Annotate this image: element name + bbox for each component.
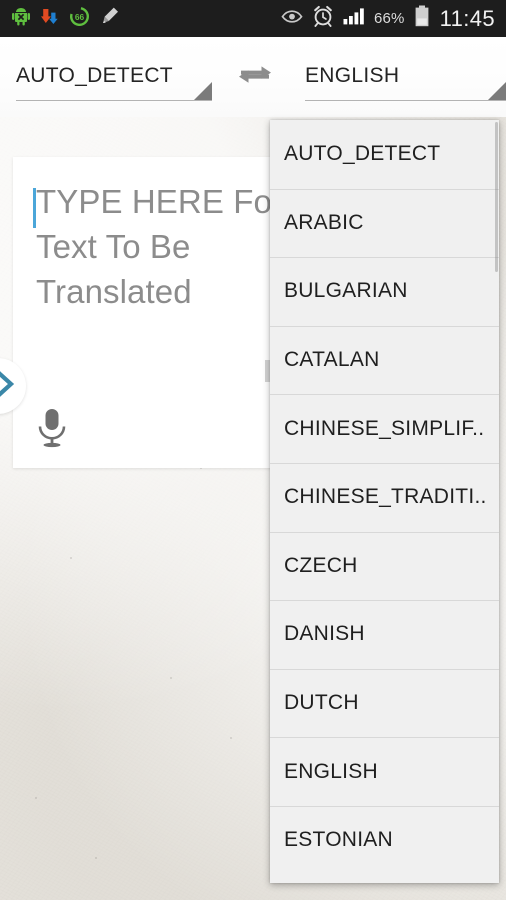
dropdown-item[interactable]: CATALAN	[270, 325, 499, 395]
swap-languages-button[interactable]	[230, 57, 280, 97]
battery-icon	[414, 5, 430, 32]
dropdown-item[interactable]: CHINESE_TRADITI..	[270, 462, 499, 532]
dropdown-item[interactable]: AUTO_DETECT	[270, 120, 499, 189]
dropdown-item-label: DUTCH	[284, 691, 359, 715]
dropdown-item-label: CATALAN	[284, 348, 380, 372]
dropdown-scrollbar[interactable]	[495, 122, 498, 272]
dropdown-item-label: BULGARIAN	[284, 279, 408, 303]
status-bar-clock: 11:45	[439, 5, 495, 31]
dropdown-item-label: ARABIC	[284, 210, 364, 234]
dropdown-item[interactable]: ENGLISH	[270, 737, 499, 806]
status-bar: 66 66% 11:45	[0, 0, 506, 37]
dropdown-item-label: ESTONIAN	[284, 828, 393, 852]
battery-percent-label: 66%	[373, 10, 405, 27]
phone-screen: 66 66% 11:45 AUTO_DETECT ENGLISH TYPE HE…	[0, 0, 506, 900]
dropdown-item-label: AUTO_DETECT	[284, 142, 441, 166]
dropdown-item-label: CHINESE_TRADITI..	[284, 485, 487, 509]
dropdown-item[interactable]: DUTCH	[270, 668, 499, 738]
dropdown-item[interactable]: CZECH	[270, 531, 499, 601]
download-arrow-icon	[40, 6, 60, 31]
input-placeholder-text: TYPE HERE For Text To Be Translated	[36, 183, 275, 310]
target-language-label: ENGLISH	[305, 64, 400, 87]
microphone-button[interactable]	[33, 407, 71, 449]
dropdown-item[interactable]: CHINESE_SIMPLIF..	[270, 394, 499, 463]
dropdown-item-label: CZECH	[284, 553, 358, 577]
signal-bars-icon	[343, 7, 365, 30]
dropdown-scroll-nub	[265, 360, 270, 382]
source-language-label: AUTO_DETECT	[16, 64, 173, 87]
dropdown-item-label: DANISH	[284, 622, 365, 646]
swap-horizontal-icon	[235, 61, 275, 94]
target-spinner-underline	[305, 100, 506, 101]
svg-text:66: 66	[75, 12, 85, 22]
dropdown-item[interactable]: DANISH	[270, 600, 499, 669]
target-spinner-dropdown-indicator-icon	[488, 82, 506, 100]
dropdown-item[interactable]: ARABIC	[270, 188, 499, 258]
pencil-marker-icon	[99, 6, 120, 32]
status-bar-right-icons: 66% 11:45	[281, 5, 506, 32]
microphone-icon	[33, 409, 71, 453]
dropdown-item-label: ENGLISH	[284, 759, 378, 783]
dropdown-items-container: AUTO_DETECT ARABIC BULGARIAN CATALAN CHINESE…	[270, 120, 499, 875]
target-language-spinner[interactable]: ENGLISH	[289, 47, 506, 109]
android-app-icon	[11, 6, 31, 31]
source-language-spinner[interactable]: AUTO_DETECT	[0, 47, 212, 109]
dropdown-item-label: CHINESE_SIMPLIF..	[284, 416, 485, 440]
source-spinner-dropdown-indicator-icon	[194, 82, 212, 100]
status-bar-left-icons: 66	[0, 6, 120, 32]
language-dropdown-list[interactable]: AUTO_DETECT ARABIC BULGARIAN CATALAN CHINESE…	[270, 120, 499, 883]
eye-icon	[281, 8, 303, 29]
dropdown-item[interactable]: BULGARIAN	[270, 257, 499, 326]
chevron-right-icon	[0, 370, 16, 402]
battery-circle-66-icon: 66	[69, 6, 90, 32]
dropdown-item[interactable]: ESTONIAN	[270, 805, 499, 875]
alarm-clock-icon	[312, 5, 334, 32]
source-spinner-underline	[16, 100, 212, 101]
